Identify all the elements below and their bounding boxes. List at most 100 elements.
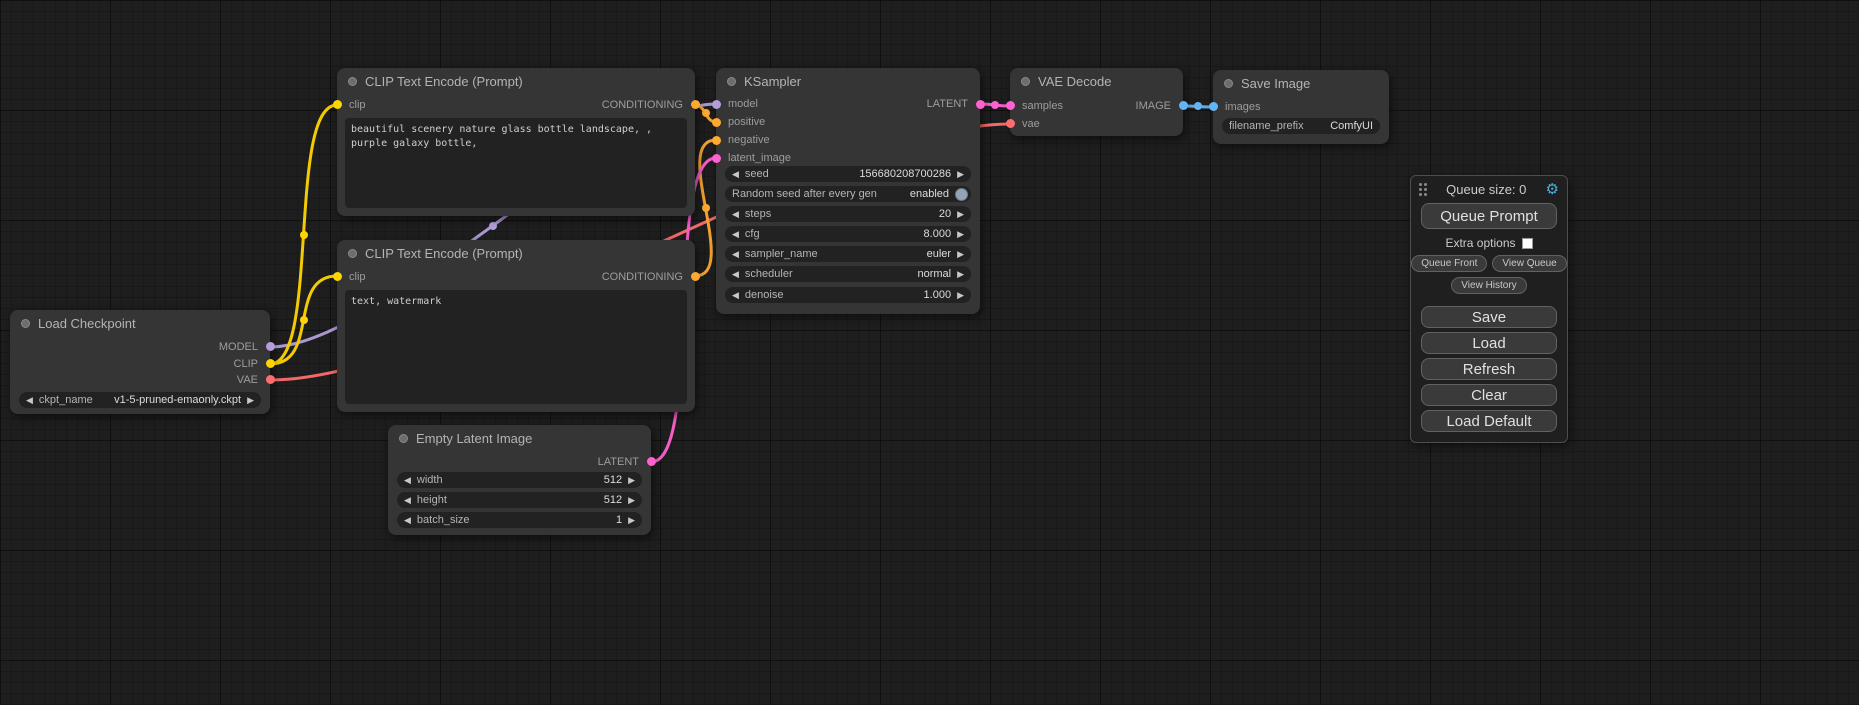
- node-clip-text-encode-positive[interactable]: CLIP Text Encode (Prompt) clip CONDITION…: [337, 68, 695, 216]
- right-arrow-icon[interactable]: ▶: [957, 210, 964, 219]
- port-model-input[interactable]: [712, 100, 721, 109]
- port-negative-input[interactable]: [712, 136, 721, 145]
- port-conditioning-output[interactable]: [691, 272, 700, 281]
- port-images-input[interactable]: [1209, 102, 1218, 111]
- widget-value: normal: [917, 268, 951, 280]
- output-label-conditioning: CONDITIONING: [602, 271, 683, 283]
- clear-button[interactable]: Clear: [1421, 384, 1557, 406]
- extra-options-checkbox[interactable]: [1522, 238, 1533, 249]
- width-widget[interactable]: ◀ width 512 ▶: [397, 472, 642, 488]
- widget-value: v1-5-pruned-emaonly.ckpt: [114, 394, 241, 406]
- node-empty-latent-image[interactable]: Empty Latent Image LATENT ◀ width 512 ▶ …: [388, 425, 651, 535]
- right-arrow-icon[interactable]: ▶: [628, 516, 635, 525]
- node-vae-decode[interactable]: VAE Decode samples IMAGE vae: [1010, 68, 1183, 136]
- filename-prefix-widget[interactable]: filename_prefix ComfyUI: [1222, 118, 1380, 134]
- denoise-widget[interactable]: ◀ denoise 1.000 ▶: [725, 287, 971, 303]
- queue-front-button[interactable]: Queue Front: [1411, 255, 1487, 272]
- node-title: CLIP Text Encode (Prompt): [365, 74, 523, 89]
- settings-gear-icon[interactable]: ⚙: [1546, 182, 1559, 197]
- output-label-latent: LATENT: [598, 456, 639, 468]
- widget-value: 8.000: [924, 228, 952, 240]
- node-save-image[interactable]: Save Image images filename_prefix ComfyU…: [1213, 70, 1389, 144]
- ckpt-name-widget[interactable]: ◀ ckpt_name v1-5-pruned-emaonly.ckpt ▶: [19, 392, 261, 408]
- right-arrow-icon[interactable]: ▶: [957, 291, 964, 300]
- drag-handle-icon[interactable]: [1419, 183, 1427, 196]
- batch-size-widget[interactable]: ◀ batch_size 1 ▶: [397, 512, 642, 528]
- port-vae-input[interactable]: [1006, 119, 1015, 128]
- steps-widget[interactable]: ◀ steps 20 ▶: [725, 206, 971, 222]
- widget-value: 20: [939, 208, 951, 220]
- load-button[interactable]: Load: [1421, 332, 1557, 354]
- refresh-button[interactable]: Refresh: [1421, 358, 1557, 380]
- right-arrow-icon[interactable]: ▶: [247, 396, 254, 405]
- port-latent-image-input[interactable]: [712, 154, 721, 163]
- right-arrow-icon[interactable]: ▶: [957, 170, 964, 179]
- left-arrow-icon[interactable]: ◀: [732, 170, 739, 179]
- node-ksampler[interactable]: KSampler model LATENT positive negative …: [716, 68, 980, 314]
- right-arrow-icon[interactable]: ▶: [957, 270, 964, 279]
- node-status-dot: [399, 434, 408, 443]
- seed-widget[interactable]: ◀ seed 156680208700286 ▶: [725, 166, 971, 182]
- widget-label: denoise: [745, 289, 784, 301]
- port-latent-output[interactable]: [976, 100, 985, 109]
- sampler-name-widget[interactable]: ◀ sampler_name euler ▶: [725, 246, 971, 262]
- node-title-bar[interactable]: Save Image: [1213, 70, 1389, 96]
- input-label-positive: positive: [728, 116, 765, 128]
- node-title-bar[interactable]: VAE Decode: [1010, 68, 1183, 94]
- left-arrow-icon[interactable]: ◀: [732, 291, 739, 300]
- right-arrow-icon[interactable]: ▶: [628, 476, 635, 485]
- widget-value: 156680208700286: [859, 168, 951, 180]
- left-arrow-icon[interactable]: ◀: [26, 396, 33, 405]
- port-image-output[interactable]: [1179, 101, 1188, 110]
- input-label-negative: negative: [728, 134, 770, 146]
- view-history-button[interactable]: View History: [1451, 277, 1526, 294]
- widget-label: steps: [745, 208, 771, 220]
- node-clip-text-encode-negative[interactable]: CLIP Text Encode (Prompt) clip CONDITION…: [337, 240, 695, 412]
- cfg-widget[interactable]: ◀ cfg 8.000 ▶: [725, 226, 971, 242]
- scheduler-widget[interactable]: ◀ scheduler normal ▶: [725, 266, 971, 282]
- widget-label: scheduler: [745, 268, 793, 280]
- extra-options-row: Extra options: [1411, 236, 1567, 250]
- left-arrow-icon[interactable]: ◀: [404, 476, 411, 485]
- node-status-dot: [348, 77, 357, 86]
- port-model-output[interactable]: [266, 342, 275, 351]
- port-latent-output[interactable]: [647, 457, 656, 466]
- port-clip-input[interactable]: [333, 272, 342, 281]
- node-load-checkpoint[interactable]: Load Checkpoint MODEL CLIP VAE ◀ ckpt_na…: [10, 310, 270, 414]
- left-arrow-icon[interactable]: ◀: [732, 210, 739, 219]
- left-arrow-icon[interactable]: ◀: [732, 230, 739, 239]
- widget-label: height: [417, 494, 447, 506]
- positive-prompt-textarea[interactable]: beautiful scenery nature glass bottle la…: [345, 118, 687, 208]
- port-samples-input[interactable]: [1006, 101, 1015, 110]
- output-label-clip: CLIP: [234, 358, 258, 370]
- port-positive-input[interactable]: [712, 118, 721, 127]
- right-arrow-icon[interactable]: ▶: [628, 496, 635, 505]
- height-widget[interactable]: ◀ height 512 ▶: [397, 492, 642, 508]
- left-arrow-icon[interactable]: ◀: [732, 250, 739, 259]
- negative-prompt-textarea[interactable]: text, watermark: [345, 290, 687, 404]
- node-title-bar[interactable]: CLIP Text Encode (Prompt): [337, 68, 695, 94]
- node-title-bar[interactable]: CLIP Text Encode (Prompt): [337, 240, 695, 266]
- node-title-bar[interactable]: Load Checkpoint: [10, 310, 270, 336]
- left-arrow-icon[interactable]: ◀: [732, 270, 739, 279]
- right-arrow-icon[interactable]: ▶: [957, 230, 964, 239]
- save-button[interactable]: Save: [1421, 306, 1557, 328]
- input-label-samples: samples: [1022, 100, 1063, 112]
- node-status-dot: [727, 77, 736, 86]
- random-seed-toggle-widget[interactable]: Random seed after every gen enabled: [725, 186, 971, 202]
- left-arrow-icon[interactable]: ◀: [404, 496, 411, 505]
- load-default-button[interactable]: Load Default: [1421, 410, 1557, 432]
- toggle-knob-icon[interactable]: [955, 188, 968, 201]
- port-conditioning-output[interactable]: [691, 100, 700, 109]
- node-title-bar[interactable]: Empty Latent Image: [388, 425, 651, 451]
- left-arrow-icon[interactable]: ◀: [404, 516, 411, 525]
- right-arrow-icon[interactable]: ▶: [957, 250, 964, 259]
- node-title-bar[interactable]: KSampler: [716, 68, 980, 94]
- input-label-images: images: [1225, 101, 1260, 113]
- input-label-clip: clip: [349, 99, 366, 111]
- port-clip-output[interactable]: [266, 359, 275, 368]
- view-queue-button[interactable]: View Queue: [1492, 255, 1566, 272]
- port-vae-output[interactable]: [266, 375, 275, 384]
- queue-prompt-button[interactable]: Queue Prompt: [1421, 203, 1557, 229]
- port-clip-input[interactable]: [333, 100, 342, 109]
